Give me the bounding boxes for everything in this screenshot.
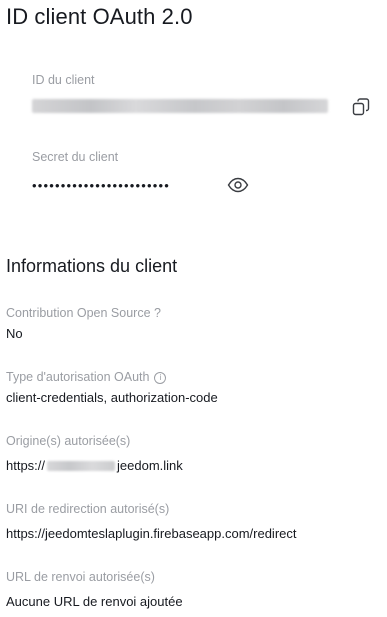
origins-value-suffix: jeedom.link <box>117 458 183 473</box>
copy-icon <box>352 98 370 116</box>
return-url-value: Aucune URL de renvoi ajoutée <box>6 594 183 609</box>
origins-value-prefix: https:// <box>6 458 46 473</box>
open-source-value: No <box>6 326 23 341</box>
origins-value-redacted <box>47 461 116 471</box>
client-id-label: ID du client <box>32 73 95 87</box>
info-icon[interactable]: i <box>154 372 167 384</box>
redirect-uri-value: https://jeedomteslaplugin.firebaseapp.co… <box>6 526 297 541</box>
auth-type-value: client-credentials, authorization-code <box>6 390 218 405</box>
reveal-secret-button[interactable] <box>226 175 250 195</box>
copy-button[interactable] <box>350 96 372 118</box>
return-url-label: URL de renvoi autorisée(s) <box>6 570 155 584</box>
page-title: ID client OAuth 2.0 <box>6 4 193 29</box>
client-secret-masked-value: •••••••••••••••••••••••• <box>32 178 171 193</box>
eye-icon <box>227 177 249 193</box>
open-source-label: Contribution Open Source ? <box>6 306 161 320</box>
client-info-section-title: Informations du client <box>6 256 178 276</box>
origins-label: Origine(s) autorisée(s) <box>6 434 131 448</box>
client-id-value-redacted <box>32 99 328 113</box>
auth-type-label: Type d'autorisation OAuth i <box>6 370 167 384</box>
redirect-uri-label: URI de redirection autorisé(s) <box>6 502 170 516</box>
client-secret-label: Secret du client <box>32 150 119 164</box>
auth-type-label-text: Type d'autorisation OAuth <box>6 370 150 384</box>
origins-value: https:// jeedom.link <box>6 458 183 473</box>
